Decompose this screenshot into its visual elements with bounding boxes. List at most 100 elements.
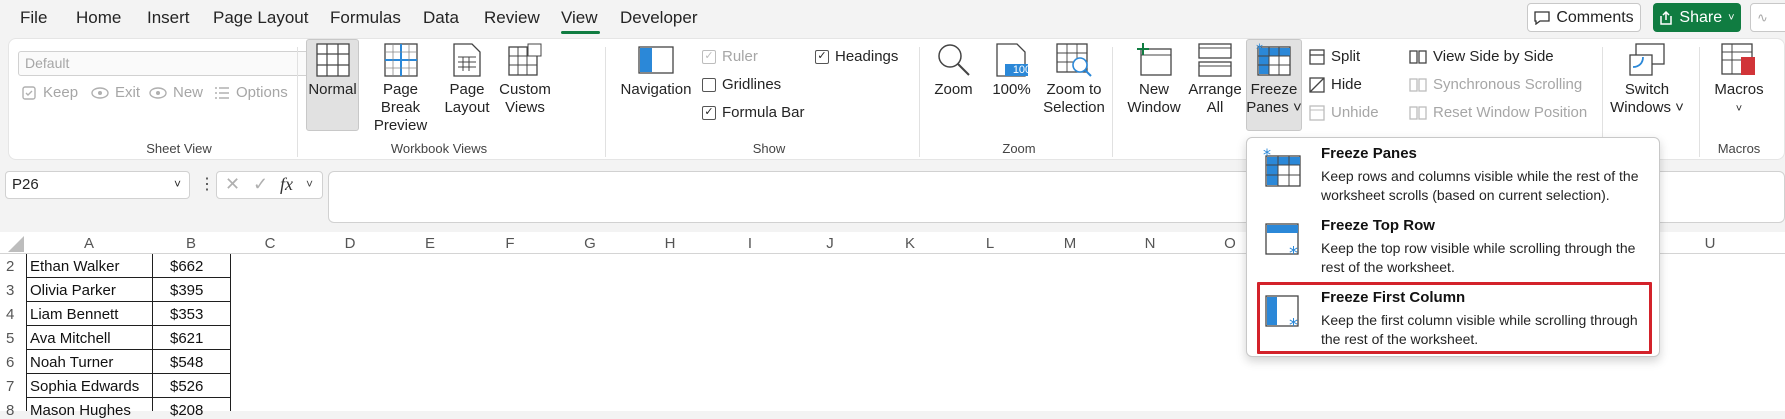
confirm-icon[interactable]: ✓ (253, 174, 268, 195)
new-window-button[interactable]: New Window (1126, 43, 1182, 117)
comment-icon (1534, 10, 1550, 25)
table-cell[interactable]: $526 (170, 378, 203, 395)
row-header[interactable]: 3 (0, 282, 25, 299)
freeze-panes-icon: * (1256, 43, 1291, 76)
table-cell[interactable]: Olivia Parker (30, 282, 116, 299)
table-cell[interactable]: $395 (170, 282, 203, 299)
split-button[interactable]: Split (1309, 48, 1360, 65)
column-header[interactable]: C (230, 235, 310, 252)
menu-item-freeze-top-row[interactable]: * Freeze Top Row Keep the top row visibl… (1247, 210, 1661, 282)
menu-bar: File Home Insert Page Layout Formulas Da… (0, 0, 1785, 36)
row-header[interactable]: 4 (0, 306, 25, 323)
page-break-preview-button[interactable]: Page Break Preview (363, 43, 438, 135)
column-header[interactable]: B (152, 235, 230, 252)
table-cell[interactable]: Sophia Edwards (30, 378, 139, 395)
ruler-checkbox[interactable]: ✓ Ruler (702, 48, 758, 65)
exit-button[interactable]: Exit (91, 84, 140, 101)
view-side-by-side-button[interactable]: View Side by Side (1409, 48, 1554, 65)
name-box[interactable]: P26 ˅ (5, 171, 190, 199)
arrange-all-button[interactable]: Arrange All (1187, 43, 1243, 117)
new-window-label-1: New (1138, 81, 1169, 98)
more-options-dots-icon[interactable]: ⋮ (199, 174, 215, 194)
table-cell[interactable]: $548 (170, 354, 203, 371)
insert-function-icon[interactable]: fx (280, 174, 293, 195)
zoom-label: Zoom (934, 81, 973, 98)
column-header[interactable]: H (630, 235, 710, 252)
row-header[interactable]: 6 (0, 354, 25, 371)
menu-item-freeze-panes[interactable]: * Freeze Panes Keep rows and columns vis… (1247, 138, 1661, 210)
headings-checkbox[interactable]: ✓ Headings (815, 48, 898, 65)
column-header[interactable]: D (310, 235, 390, 252)
table-cell[interactable]: $353 (170, 306, 203, 323)
column-header[interactable]: K (870, 235, 950, 252)
column-header[interactable]: F (470, 235, 550, 252)
comments-button[interactable]: Comments (1527, 3, 1641, 32)
navigation-pane-icon (638, 46, 674, 74)
new-view-button[interactable]: New (149, 84, 203, 101)
chevron-down-icon: ˅ (1735, 103, 1743, 115)
share-button[interactable]: Share ˅ (1653, 3, 1741, 32)
column-header[interactable]: J (790, 235, 870, 252)
table-cell[interactable]: $662 (170, 258, 203, 275)
hide-button[interactable]: Hide (1309, 76, 1362, 93)
keep-button[interactable]: Keep (21, 84, 78, 101)
sheet-view-select-value: Default (25, 55, 70, 71)
column-header[interactable]: E (390, 235, 470, 252)
column-header[interactable]: N (1110, 235, 1190, 252)
menu-insert[interactable]: Insert (147, 8, 190, 28)
menu-data[interactable]: Data (423, 8, 459, 28)
unhide-button[interactable]: Unhide (1309, 104, 1379, 121)
checkbox-checked-icon: ✓ (815, 49, 829, 64)
custom-views-icon (508, 43, 542, 76)
sheet-view-select[interactable]: Default ˅ (18, 51, 327, 76)
zoom-button[interactable]: Zoom (931, 43, 976, 99)
freeze-top-row-desc: Keep the top row visible while scrolling… (1321, 240, 1636, 275)
table-cell[interactable]: Noah Turner (30, 354, 113, 371)
eye-exit-icon (91, 86, 109, 99)
keep-label: Keep (43, 84, 79, 101)
chevron-down-icon[interactable]: ˅ (306, 177, 313, 191)
exit-label: Exit (115, 84, 141, 101)
arrange-all-label-2: All (1206, 99, 1224, 116)
table-cell[interactable]: Ava Mitchell (30, 330, 111, 347)
gridlines-checkbox[interactable]: Gridlines (702, 76, 781, 93)
macros-button[interactable]: Macros ˅ (1709, 43, 1769, 118)
menu-review[interactable]: Review (484, 8, 540, 28)
list-icon (215, 86, 229, 99)
navigation-button[interactable]: Navigation (616, 43, 696, 99)
table-cell[interactable]: Ethan Walker (30, 258, 119, 275)
column-header[interactable]: U (1670, 235, 1750, 252)
menu-page-layout[interactable]: Page Layout (213, 8, 308, 28)
freeze-panes-label-1: Freeze (1250, 81, 1298, 98)
menu-home[interactable]: Home (76, 8, 121, 28)
column-header[interactable]: G (550, 235, 630, 252)
row-header[interactable]: 7 (0, 378, 25, 395)
zoom-to-selection-button[interactable]: Zoom to Selection (1039, 43, 1109, 117)
reset-window-position-button[interactable]: Reset Window Position (1409, 104, 1587, 121)
select-all-corner-icon[interactable] (4, 232, 26, 254)
menu-formulas[interactable]: Formulas (330, 8, 401, 28)
synchronous-scrolling-button[interactable]: Synchronous Scrolling (1409, 76, 1582, 93)
hide-label: Hide (1331, 76, 1362, 93)
page-layout-button[interactable]: Page Layout (442, 43, 492, 117)
menu-file[interactable]: File (20, 8, 47, 28)
row-header[interactable]: 2 (0, 258, 25, 275)
column-header[interactable]: L (950, 235, 1030, 252)
column-header[interactable]: A (26, 235, 152, 252)
group-separator (1699, 47, 1700, 157)
zoom-selection-label-1: Zoom to (1046, 81, 1102, 98)
formula-bar-checkbox[interactable]: ✓ Formula Bar (702, 104, 805, 121)
custom-views-button[interactable]: Custom Views (497, 43, 553, 117)
table-cell[interactable]: Liam Bennett (30, 306, 118, 323)
menu-view[interactable]: View (561, 8, 598, 28)
more-options-icon[interactable]: ∿ (1750, 3, 1785, 32)
menu-developer[interactable]: Developer (620, 8, 698, 28)
cancel-icon[interactable]: ✕ (225, 174, 240, 195)
table-cell[interactable]: $621 (170, 330, 203, 347)
gridlines-label: Gridlines (722, 76, 782, 93)
switch-windows-button[interactable]: Switch Windows ˅ (1608, 43, 1686, 117)
column-header[interactable]: I (710, 235, 790, 252)
column-header[interactable]: M (1030, 235, 1110, 252)
row-header[interactable]: 5 (0, 330, 25, 347)
options-button[interactable]: Options (214, 84, 288, 101)
